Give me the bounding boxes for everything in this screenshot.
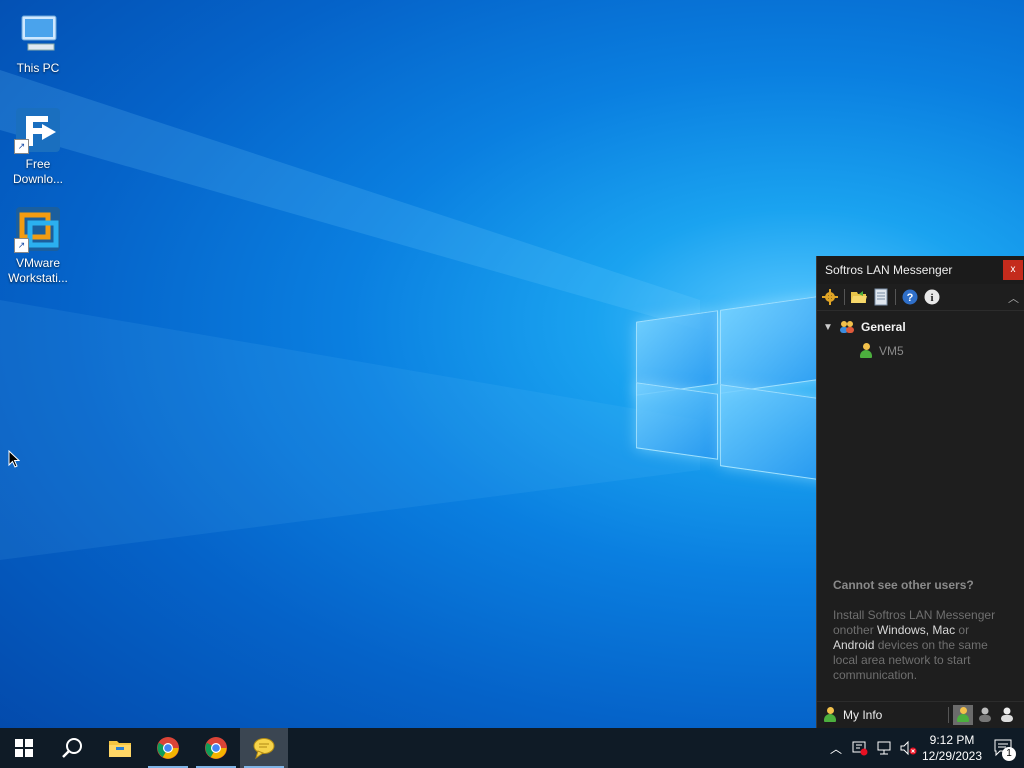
desktop-icon-this-pc[interactable]: This PC <box>0 10 76 76</box>
status-offline-button[interactable] <box>997 705 1017 725</box>
close-button[interactable]: x <box>1003 260 1023 280</box>
softros-messenger-window: Softros LAN Messenger x ? i ︿ ▼ General … <box>816 256 1024 728</box>
desktop-icon-vmware-workstation[interactable]: ↗ VMware Workstati... <box>0 205 76 286</box>
computer-icon <box>14 10 62 58</box>
status-online-icon <box>956 707 970 723</box>
chevron-down-icon[interactable]: ▼ <box>823 322 839 333</box>
clock-time: 9:12 PM <box>929 733 975 747</box>
taskbar: ︿ 9:12 PM 12/29/2023 1 <box>0 728 1024 768</box>
search-icon <box>62 738 82 758</box>
start-button[interactable] <box>0 728 48 768</box>
window-title: Softros LAN Messenger <box>825 263 953 277</box>
group-users-icon <box>839 320 855 334</box>
chrome-icon <box>157 737 179 759</box>
chrome-button[interactable] <box>144 728 192 768</box>
softros-tray-icon[interactable] <box>848 728 872 768</box>
taskbar-clock[interactable]: 9:12 PM 12/29/2023 <box>920 732 984 764</box>
network-icon[interactable] <box>872 728 896 768</box>
status-offline-icon <box>1001 707 1013 722</box>
windows-link[interactable]: Windows, <box>877 623 929 637</box>
messenger-toolbar: ? i <box>817 284 1024 311</box>
chrome-button[interactable] <box>192 728 240 768</box>
desktop-icon-free-download-manager[interactable]: ↗ Free Downlo... <box>0 106 76 187</box>
windows-logo-wallpaper <box>636 288 832 482</box>
status-away-button[interactable] <box>975 705 995 725</box>
info-icon[interactable]: i <box>923 288 941 306</box>
svg-text:i: i <box>930 292 933 304</box>
messenger-tray-icon <box>852 741 868 756</box>
help-icon[interactable]: ? <box>901 288 919 306</box>
group-name: General <box>861 320 906 334</box>
chevron-up-icon: ︿ <box>829 741 842 756</box>
help-title: Cannot see other users? <box>833 578 974 592</box>
toolbar-divider <box>895 289 896 305</box>
mac-link[interactable]: Mac <box>932 623 955 637</box>
file-explorer-icon <box>109 741 131 757</box>
svg-text:?: ? <box>907 292 914 304</box>
help-text: Install Softros LAN Messenger onother Wi… <box>833 608 996 682</box>
volume-muted-icon[interactable] <box>896 728 920 768</box>
search-button[interactable] <box>48 728 96 768</box>
free-download-manager-icon: ↗ <box>14 106 62 154</box>
desktop-icon-label: This PC <box>16 61 60 75</box>
my-info-button[interactable]: My Info <box>817 707 947 723</box>
start-icon <box>15 739 33 757</box>
toolbar-divider <box>844 289 845 305</box>
action-center-button[interactable]: 1 <box>984 728 1024 768</box>
softros-messenger-icon <box>253 738 275 760</box>
my-info-label: My Info <box>843 708 883 722</box>
file-explorer-button[interactable] <box>96 728 144 768</box>
help-message: Cannot see other users? Install Softros … <box>833 578 1013 683</box>
notification-count-badge: 1 <box>1002 747 1016 761</box>
status-divider <box>948 707 949 723</box>
chrome-icon <box>205 737 227 759</box>
settings-icon[interactable] <box>821 288 839 306</box>
vmware-workstation-icon: ↗ <box>14 205 62 253</box>
desktop-icon-label: VMware Workstati... <box>8 256 68 285</box>
shortcut-arrow-icon: ↗ <box>14 238 29 253</box>
my-info-icon <box>823 707 837 723</box>
system-tray: ︿ 9:12 PM 12/29/2023 1 <box>824 728 1024 768</box>
status-online-button[interactable] <box>953 705 973 725</box>
messenger-title-bar[interactable]: Softros LAN Messenger x <box>817 256 1024 284</box>
show-hidden-icons-button[interactable]: ︿ <box>824 728 848 768</box>
status-away-icon <box>979 707 991 722</box>
contact-name: VM5 <box>879 344 904 358</box>
messenger-status-bar: My Info <box>817 701 1024 728</box>
clock-date: 12/29/2023 <box>921 749 983 763</box>
mouse-cursor-icon <box>8 450 20 468</box>
collapse-toolbar-icon[interactable]: ︿ <box>1008 290 1019 306</box>
open-folder-icon[interactable] <box>850 288 868 306</box>
android-link[interactable]: Android <box>833 638 874 652</box>
user-online-icon <box>859 343 873 359</box>
contact-list-item[interactable]: VM5 <box>817 339 1024 363</box>
desktop-icon-label: Free Downlo... <box>12 157 64 186</box>
softros-messenger-button[interactable] <box>240 728 288 768</box>
message-history-icon[interactable] <box>872 288 890 306</box>
contact-group-general[interactable]: ▼ General <box>817 315 1024 339</box>
shortcut-arrow-icon: ↗ <box>14 139 29 154</box>
